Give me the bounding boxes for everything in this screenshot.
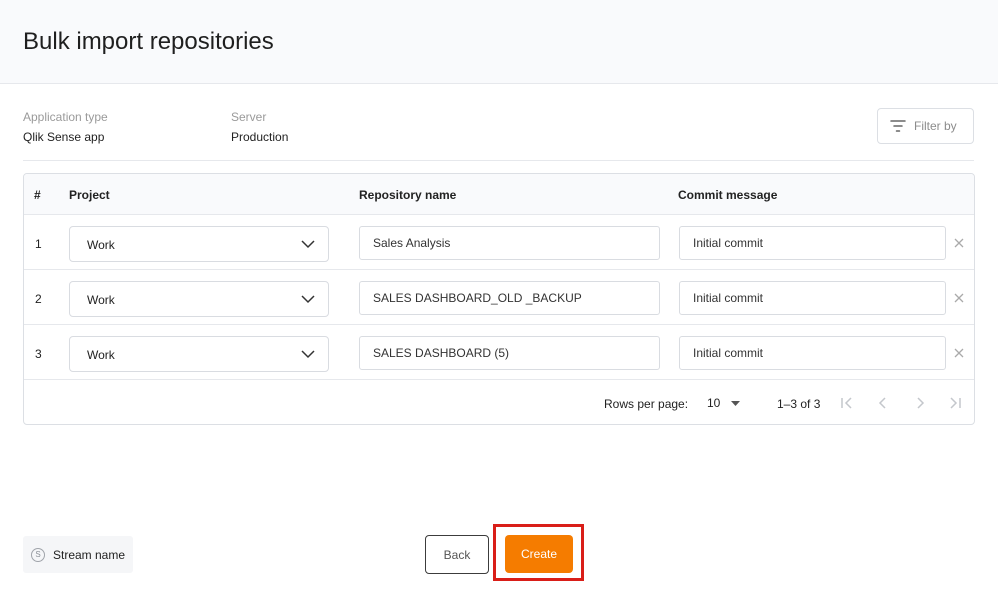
pagination: Rows per page: 10 1–3 of 3 <box>24 381 974 424</box>
remove-row-icon[interactable] <box>953 237 965 249</box>
server-info: Server Production <box>231 110 288 144</box>
row-number: 1 <box>35 237 42 251</box>
application-type-label: Application type <box>23 110 108 124</box>
chevron-down-icon <box>301 295 315 304</box>
last-page-icon[interactable] <box>947 395 963 411</box>
table-header: # Project Repository name Commit message <box>24 174 974 215</box>
commit-message-input[interactable]: Initial commit <box>679 336 946 370</box>
table-row: 3 Work SALES DASHBOARD (5) Initial commi… <box>24 325 974 380</box>
server-value: Production <box>231 130 289 144</box>
create-button[interactable]: Create <box>505 535 573 573</box>
stream-icon: S <box>31 547 45 562</box>
column-header-project: Project <box>69 188 110 202</box>
repositories-table: # Project Repository name Commit message… <box>23 173 975 425</box>
filter-by-label: Filter by <box>914 119 957 133</box>
page-title: Bulk import repositories <box>23 28 274 55</box>
row-number: 2 <box>35 292 42 306</box>
table-row: 1 Work Sales Analysis Initial commit <box>24 215 974 270</box>
caret-down-icon <box>731 401 740 406</box>
project-select[interactable]: Work <box>69 281 329 317</box>
application-type-info: Application type Qlik Sense app <box>23 110 108 144</box>
remove-row-icon[interactable] <box>953 347 965 359</box>
rows-per-page-value: 10 <box>707 396 721 410</box>
rows-per-page-label: Rows per page: <box>604 397 689 411</box>
remove-row-icon[interactable] <box>953 292 965 304</box>
commit-message-input[interactable]: Initial commit <box>679 281 946 315</box>
filter-by-button[interactable]: Filter by <box>877 108 974 144</box>
back-button[interactable]: Back <box>425 535 489 574</box>
column-header-repository-name: Repository name <box>359 188 457 202</box>
repository-name-input[interactable]: SALES DASHBOARD_OLD _BACKUP <box>359 281 660 315</box>
stream-name-label: Stream name <box>53 547 126 562</box>
first-page-icon[interactable] <box>839 395 855 411</box>
next-page-icon[interactable] <box>912 395 928 411</box>
previous-page-icon[interactable] <box>875 395 891 411</box>
column-header-number: # <box>34 188 41 202</box>
application-type-value: Qlik Sense app <box>23 130 105 144</box>
pagination-range: 1–3 of 3 <box>777 397 821 411</box>
stream-name-chip[interactable]: S Stream name <box>23 536 133 573</box>
rows-per-page-select[interactable]: 10 <box>707 396 747 412</box>
project-select-value: Work <box>87 348 115 362</box>
row-number: 3 <box>35 347 42 361</box>
server-label: Server <box>231 110 267 124</box>
repository-name-input[interactable]: Sales Analysis <box>359 226 660 260</box>
project-select-value: Work <box>87 293 115 307</box>
repository-name-input[interactable]: SALES DASHBOARD (5) <box>359 336 660 370</box>
commit-message-input[interactable]: Initial commit <box>679 226 946 260</box>
project-select[interactable]: Work <box>69 226 329 262</box>
project-select[interactable]: Work <box>69 336 329 372</box>
project-select-value: Work <box>87 238 115 252</box>
chevron-down-icon <box>301 240 315 249</box>
chevron-down-icon <box>301 350 315 359</box>
column-header-commit-message: Commit message <box>678 188 778 202</box>
table-row: 2 Work SALES DASHBOARD_OLD _BACKUP Initi… <box>24 270 974 325</box>
page-header: Bulk import repositories <box>0 0 998 84</box>
divider <box>23 160 974 161</box>
filter-icon <box>890 120 906 132</box>
